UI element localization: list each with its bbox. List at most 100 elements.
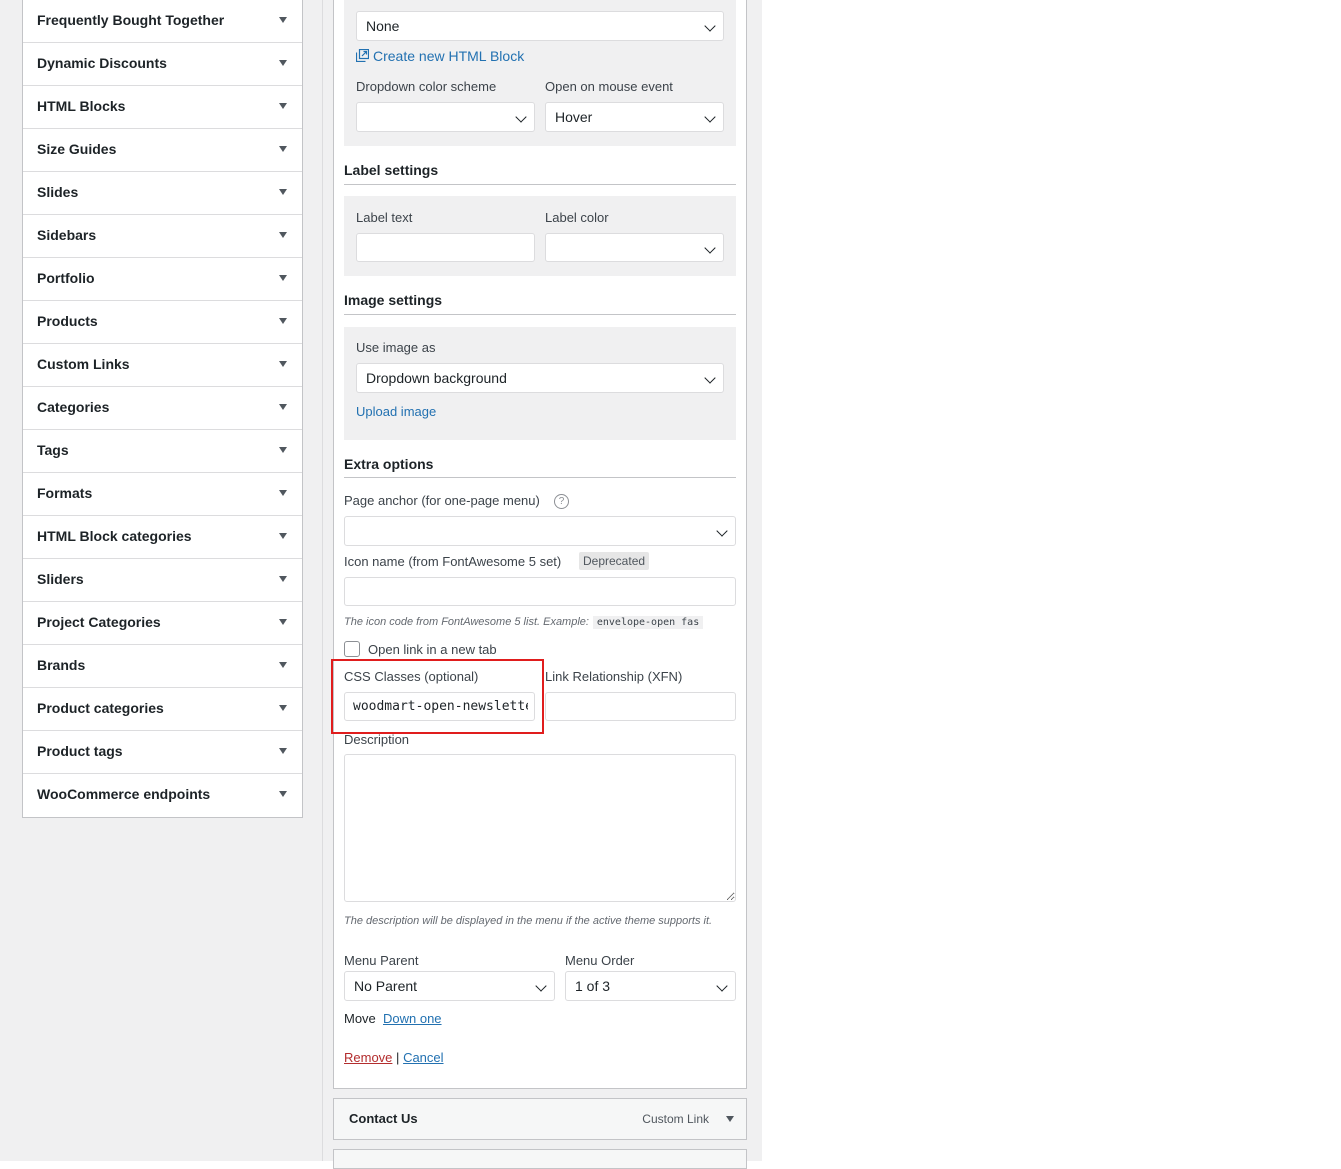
caret-down-icon (279, 533, 287, 539)
accordion-item-woocommerce-endpoints[interactable]: WooCommerce endpoints (23, 774, 302, 817)
dropdown-color-select[interactable] (356, 102, 535, 132)
remove-link[interactable]: Remove (344, 1050, 392, 1065)
deprecated-badge: Deprecated (579, 552, 650, 570)
accordion-item-label: Brands (37, 657, 86, 673)
menu-parent-value: No Parent (354, 978, 418, 994)
chevron-down-icon (716, 525, 728, 537)
page-anchor-select[interactable] (344, 516, 736, 546)
accordion-item-label: Products (37, 313, 98, 329)
caret-down-icon (279, 17, 287, 23)
add-menu-items-accordion: Frequently Bought Together Dynamic Disco… (22, 0, 303, 818)
caret-down-icon (279, 404, 287, 410)
accordion-item-brands[interactable]: Brands (23, 645, 302, 688)
use-image-select[interactable]: Dropdown background (356, 363, 724, 393)
image-settings-title: Image settings (344, 292, 443, 308)
menu-item-next[interactable] (333, 1149, 747, 1169)
caret-down-icon (279, 662, 287, 668)
accordion-item-frequently-bought-together[interactable]: Frequently Bought Together (23, 0, 302, 43)
mouse-event-select[interactable]: Hover (545, 102, 724, 132)
menu-item-contact-us[interactable]: Contact Us Custom Link (333, 1098, 747, 1140)
open-new-tab-checkbox[interactable] (344, 641, 360, 657)
chevron-down-icon (704, 372, 716, 384)
menu-parent-label: Menu Parent (344, 953, 419, 968)
menu-order-value: 1 of 3 (575, 978, 611, 994)
caret-down-icon (279, 748, 287, 754)
caret-down-icon[interactable] (726, 1116, 734, 1122)
description-label: Description (344, 732, 410, 747)
chevron-down-icon (515, 111, 527, 123)
column-divider (322, 0, 323, 1161)
accordion-item-label: Frequently Bought Together (37, 12, 225, 28)
chevron-down-icon (704, 242, 716, 254)
html-block-select[interactable]: None (356, 11, 724, 41)
accordion-item-project-categories[interactable]: Project Categories (23, 602, 302, 645)
highlight-box (331, 659, 544, 734)
accordion-item-label: Sliders (37, 571, 84, 587)
accordion-item-sidebars[interactable]: Sidebars (23, 215, 302, 258)
accordion-item-label: Size Guides (37, 141, 117, 157)
accordion-item-label: Dynamic Discounts (37, 55, 167, 71)
move-label: Move (344, 1011, 376, 1026)
caret-down-icon (279, 232, 287, 238)
menu-order-label: Menu Order (565, 953, 635, 968)
menu-item-title: Contact Us (349, 1111, 418, 1126)
menu-item-type: Custom Link (642, 1112, 709, 1126)
accordion-item-sliders[interactable]: Sliders (23, 559, 302, 602)
caret-down-icon (279, 146, 287, 152)
icon-note: The icon code from FontAwesome 5 list. E… (344, 612, 704, 629)
description-note: The description will be displayed in the… (344, 915, 713, 927)
accordion-item-html-block-categories[interactable]: HTML Block categories (23, 516, 302, 559)
use-image-label: Use image as (356, 340, 436, 355)
section-divider (344, 477, 736, 478)
caret-down-icon (279, 103, 287, 109)
accordion-item-label: Formats (37, 485, 93, 501)
menu-order-select[interactable]: 1 of 3 (565, 971, 736, 1001)
caret-down-icon (279, 576, 287, 582)
label-text-label: Label text (356, 210, 413, 225)
page-anchor-label: Page anchor (for one-page menu) (344, 493, 540, 508)
accordion-item-custom-links[interactable]: Custom Links (23, 344, 302, 387)
xfn-label: Link Relationship (XFN) (545, 669, 683, 684)
accordion-item-product-categories[interactable]: Product categories (23, 688, 302, 731)
accordion-item-label: Tags (37, 442, 69, 458)
accordion-item-label: HTML Blocks (37, 98, 126, 114)
accordion-item-label: WooCommerce endpoints (37, 786, 211, 802)
accordion-item-slides[interactable]: Slides (23, 172, 302, 215)
caret-down-icon (279, 619, 287, 625)
accordion-item-size-guides[interactable]: Size Guides (23, 129, 302, 172)
menu-parent-select[interactable]: No Parent (344, 971, 555, 1001)
accordion-item-dynamic-discounts[interactable]: Dynamic Discounts (23, 43, 302, 86)
icon-name-input[interactable] (344, 577, 736, 606)
move-down-one-link[interactable]: Down one (383, 1011, 442, 1026)
accordion-item-product-tags[interactable]: Product tags (23, 731, 302, 774)
section-divider (344, 184, 736, 185)
accordion-item-products[interactable]: Products (23, 301, 302, 344)
create-html-block-label: Create new HTML Block (373, 48, 525, 64)
accordion-item-portfolio[interactable]: Portfolio (23, 258, 302, 301)
accordion-item-categories[interactable]: Categories (23, 387, 302, 430)
description-textarea[interactable] (344, 754, 736, 902)
mouse-event-label: Open on mouse event (545, 79, 673, 94)
accordion-item-html-blocks[interactable]: HTML Blocks (23, 86, 302, 129)
caret-down-icon (279, 361, 287, 367)
accordion-item-label: Custom Links (37, 356, 130, 372)
action-separator: | (396, 1050, 400, 1065)
xfn-input[interactable] (545, 692, 736, 721)
caret-down-icon (279, 490, 287, 496)
open-new-tab-label: Open link in a new tab (368, 642, 497, 657)
caret-down-icon (279, 705, 287, 711)
accordion-item-formats[interactable]: Formats (23, 473, 302, 516)
upload-image-link[interactable]: Upload image (356, 404, 436, 419)
label-color-select[interactable] (545, 233, 724, 262)
chevron-down-icon (716, 980, 728, 992)
cancel-link[interactable]: Cancel (403, 1050, 443, 1065)
use-image-value: Dropdown background (366, 370, 507, 386)
caret-down-icon (279, 318, 287, 324)
accordion-item-tags[interactable]: Tags (23, 430, 302, 473)
section-divider (344, 314, 736, 315)
help-icon[interactable]: ? (554, 494, 569, 509)
label-text-input[interactable] (356, 233, 535, 262)
accordion-item-label: Portfolio (37, 270, 95, 286)
icon-example-code: envelope-open fas (592, 616, 704, 629)
icon-note-text: The icon code from FontAwesome 5 list. E… (344, 616, 589, 628)
